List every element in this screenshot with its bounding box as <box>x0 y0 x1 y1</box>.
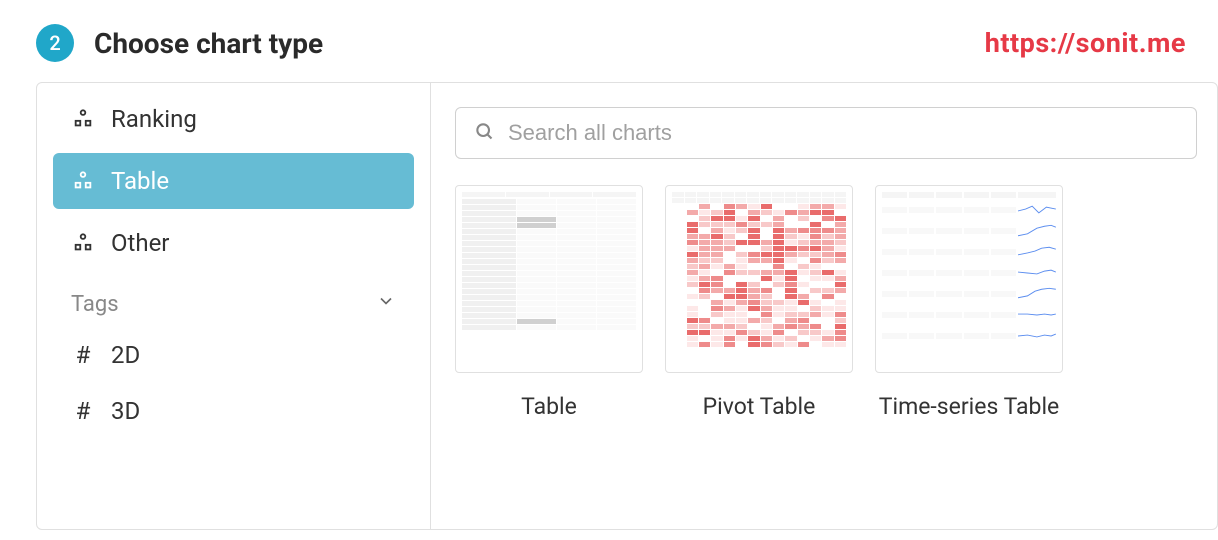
sidebar-item-ranking[interactable]: Ranking <box>53 91 414 147</box>
page-header: 2 Choose chart type https://sonit.me <box>0 0 1218 82</box>
watermark-text: https://sonit.me <box>985 27 1186 59</box>
search-container[interactable] <box>455 107 1197 159</box>
chart-gallery: Table Pivot Table <box>431 83 1217 529</box>
chart-thumbnail <box>875 185 1063 373</box>
sidebar-item-label: Other <box>111 229 169 257</box>
chart-card-label: Time-series Table <box>879 389 1060 426</box>
category-icon <box>71 107 95 131</box>
chart-card-label: Pivot Table <box>703 389 816 426</box>
hash-icon: # <box>71 397 95 425</box>
chart-thumbnail <box>665 185 853 373</box>
tag-item-2d[interactable]: # 2D <box>53 327 414 383</box>
sidebar-item-other[interactable]: Other <box>53 215 414 271</box>
tags-collapse-header[interactable]: Tags <box>53 277 414 327</box>
step-number-badge: 2 <box>36 24 74 62</box>
chevron-down-icon <box>376 291 396 317</box>
tag-label: 3D <box>111 397 140 425</box>
tag-label: 2D <box>111 341 140 369</box>
chart-card-pivot-table[interactable]: Pivot Table <box>665 185 853 426</box>
header-left: 2 Choose chart type <box>36 24 323 62</box>
hash-icon: # <box>71 341 95 369</box>
sidebar-item-table[interactable]: Table <box>53 153 414 209</box>
chart-card-time-series-table[interactable]: Time-series Table <box>875 185 1063 426</box>
search-input[interactable] <box>508 120 1178 146</box>
chart-thumbnail <box>455 185 643 373</box>
chart-card-table[interactable]: Table <box>455 185 643 426</box>
chart-card-grid: Table Pivot Table <box>455 185 1197 426</box>
tag-item-3d[interactable]: # 3D <box>53 383 414 439</box>
chart-card-label: Table <box>521 389 577 426</box>
chart-category-sidebar: Ranking Table Other <box>37 83 431 529</box>
category-icon <box>71 231 95 255</box>
page-title: Choose chart type <box>94 27 323 60</box>
search-icon <box>474 121 494 145</box>
chart-type-panel: Ranking Table Other <box>36 82 1218 530</box>
tags-label: Tags <box>71 292 119 317</box>
sidebar-item-label: Table <box>111 167 169 195</box>
category-icon <box>71 169 95 193</box>
sidebar-item-label: Ranking <box>111 105 197 133</box>
